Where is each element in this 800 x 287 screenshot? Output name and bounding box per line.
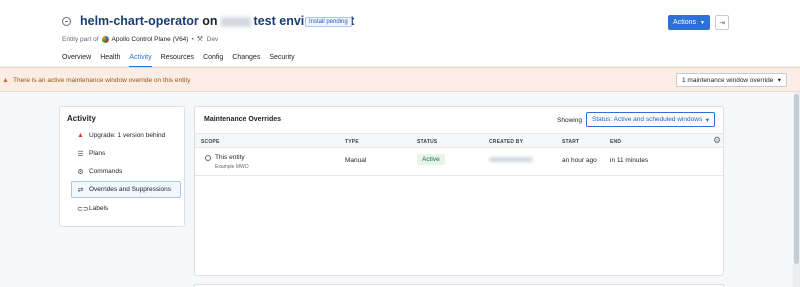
- on-word: on: [202, 14, 218, 28]
- tab-overview[interactable]: Overview: [62, 54, 91, 67]
- sidebar-item-overrides[interactable]: ⇄ Overrides and Suppressions: [71, 181, 181, 198]
- separator: •: [191, 36, 194, 43]
- column-header-created-by[interactable]: CREATED BY: [489, 139, 523, 145]
- maintenance-banner: ▲ There is an active maintenance window …: [0, 67, 800, 92]
- status-filter-select[interactable]: Status: Active and scheduled windows ▾: [586, 112, 715, 127]
- status-filter-label: Status: Active and scheduled windows: [592, 116, 703, 123]
- override-select-label: 1 maintenance window override: [682, 76, 774, 84]
- exit-button[interactable]: ⇥: [715, 15, 729, 30]
- install-pending-badge: Install pending: [305, 17, 352, 27]
- exit-icon: ⇥: [719, 19, 725, 27]
- hammer-icon: ⚒: [196, 36, 204, 43]
- tab-config[interactable]: Config: [203, 54, 223, 67]
- sidebar-item-label: Overrides and Suppressions: [89, 186, 172, 193]
- caret-down-icon: ▾: [777, 77, 781, 84]
- commands-icon: ⚙: [77, 168, 84, 176]
- caret-down-icon: ▼: [700, 19, 705, 26]
- sidebar-title: Activity: [67, 114, 96, 123]
- label-icon: ⊂⊃: [77, 205, 89, 213]
- tab-security[interactable]: Security: [269, 54, 294, 67]
- scrollbar-thumb[interactable]: [794, 94, 799, 264]
- column-header-start[interactable]: START: [562, 139, 579, 145]
- column-header-type[interactable]: TYPE: [345, 139, 359, 145]
- sidebar-item-upgrade[interactable]: ▲ Upgrade: 1 version behind: [71, 127, 181, 144]
- scope-cell: This entity: [215, 154, 245, 161]
- page-scrollbar[interactable]: [793, 92, 800, 287]
- entity-subline: Entity part of Apollo Control Plane (V64…: [62, 36, 218, 43]
- tab-activity[interactable]: Activity: [129, 54, 152, 67]
- entity-icon: [205, 155, 211, 161]
- redacted-created-by: [489, 157, 533, 162]
- maintenance-overrides-card: Maintenance Overrides Showing Status: Ac…: [194, 106, 724, 276]
- sidebar-item-labels[interactable]: ⊂⊃ Labels: [71, 200, 181, 217]
- tab-changes[interactable]: Changes: [232, 54, 260, 67]
- control-plane-icon: [101, 36, 109, 43]
- tab-bar: Overview Health Activity Resources Confi…: [62, 54, 304, 67]
- sidebar-item-label: Labels: [89, 205, 109, 212]
- gear-icon[interactable]: ⚙: [713, 136, 721, 145]
- actions-label: Actions: [673, 19, 696, 26]
- overrides-icon: ⇄: [77, 186, 84, 194]
- tab-resources[interactable]: Resources: [161, 54, 194, 67]
- showing-label: Showing: [557, 117, 582, 124]
- sidebar-item-commands[interactable]: ⚙ Commands: [71, 163, 181, 180]
- warning-icon: ▲: [77, 132, 84, 139]
- start-cell: an hour ago: [562, 157, 597, 164]
- card-title: Maintenance Overrides: [204, 116, 282, 123]
- env-tag: Dev: [206, 36, 219, 43]
- entity-icon: [62, 17, 71, 26]
- app-name: helm-chart-operator: [80, 14, 199, 28]
- activity-sidebar: Activity ▲ Upgrade: 1 version behind ☰ P…: [59, 106, 185, 227]
- column-header-end[interactable]: END: [610, 139, 621, 145]
- status-badge: Active: [417, 154, 445, 165]
- table-header: SCOPE TYPE STATUS CREATED BY START END ⚙: [195, 133, 723, 148]
- end-cell: in 11 minutes: [610, 157, 649, 164]
- warning-icon: ▲: [2, 77, 9, 84]
- tab-health[interactable]: Health: [100, 54, 120, 67]
- column-header-scope[interactable]: SCOPE: [201, 139, 220, 145]
- override-select[interactable]: 1 maintenance window override ▾: [676, 73, 787, 87]
- banner-text: There is an active maintenance window ov…: [13, 77, 191, 84]
- table-row[interactable]: This entity Example MWO Manual Active an…: [195, 148, 723, 176]
- list-icon: ☰: [77, 150, 84, 158]
- sidebar-item-plans[interactable]: ☰ Plans: [71, 145, 181, 162]
- redacted-environment: [220, 16, 251, 27]
- entity-header: helm-chart-operator on test environment I…: [0, 0, 800, 67]
- entity-part-of-label: Entity part of: [62, 36, 99, 43]
- caret-down-icon: ▾: [705, 116, 709, 124]
- control-plane-link[interactable]: Apollo Control Plane (V64): [112, 36, 189, 43]
- sidebar-item-label: Plans: [89, 150, 106, 157]
- column-header-status[interactable]: STATUS: [417, 139, 437, 145]
- scope-subtitle: Example MWO: [215, 164, 249, 170]
- type-cell: Manual: [345, 157, 367, 164]
- sidebar-item-label: Upgrade: 1 version behind: [89, 132, 166, 139]
- actions-button[interactable]: Actions ▼: [668, 15, 710, 30]
- sidebar-item-label: Commands: [89, 168, 123, 175]
